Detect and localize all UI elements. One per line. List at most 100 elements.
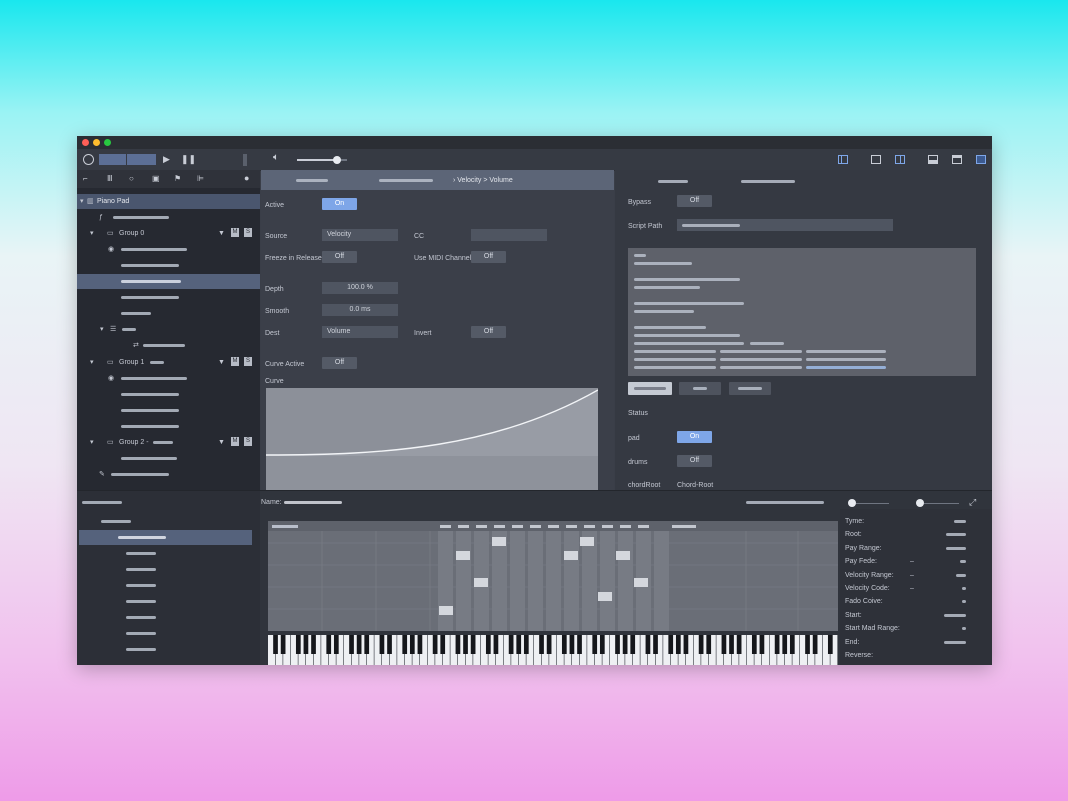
zone-prop-field[interactable] xyxy=(962,627,966,631)
tree-item[interactable] xyxy=(77,290,260,305)
cc-field[interactable] xyxy=(471,229,547,241)
disclosure-icon[interactable]: ▾ xyxy=(80,197,84,206)
tree-item[interactable] xyxy=(77,306,260,321)
velocity-zoom-knob[interactable] xyxy=(916,499,924,507)
script-editor[interactable] xyxy=(628,248,976,376)
single-pane-icon[interactable] xyxy=(871,155,881,164)
filter-icon[interactable]: ▼ xyxy=(218,438,225,447)
depth-field[interactable]: 100.0 % xyxy=(322,282,398,294)
eye-icon[interactable]: ◉ xyxy=(108,245,114,254)
zone-list-item[interactable] xyxy=(126,600,156,603)
tree-group-0[interactable]: ▾ ▭ Group 0 ▼ M S xyxy=(77,226,260,241)
tree-root[interactable]: ▾ ▥ Piano Pad xyxy=(77,194,260,209)
zone-prop-field[interactable] xyxy=(946,546,966,550)
bottom-panel-icon[interactable] xyxy=(928,155,938,164)
tree-item[interactable]: ◉ xyxy=(77,371,260,386)
tree-group-2[interactable]: ▾ ▭ Group 2 - ▼ M S xyxy=(77,435,260,450)
expand-icon[interactable]: ⤢ xyxy=(969,497,976,507)
top-panel-icon[interactable] xyxy=(952,155,962,164)
name-value[interactable] xyxy=(284,501,342,504)
speaker-icon[interactable]: 🔈︎ xyxy=(273,153,279,163)
zone-list-item[interactable] xyxy=(126,568,156,571)
filter-icon[interactable]: ▼ xyxy=(218,229,225,238)
drums-toggle[interactable]: Off xyxy=(677,455,712,467)
disclosure-icon[interactable]: ▾ xyxy=(90,229,94,238)
tree-group-1[interactable]: ▾ ▭ Group 1 ▼ M S xyxy=(77,355,260,370)
zone-prop-value[interactable]: – xyxy=(910,557,914,566)
filter-icon[interactable]: ▼ xyxy=(218,358,225,367)
transport-field-2[interactable] xyxy=(127,154,156,165)
freeze-in-release-toggle[interactable]: Off xyxy=(322,251,357,263)
tree-item[interactable]: ▾ ☰ xyxy=(77,322,260,337)
mute-button[interactable]: M xyxy=(231,357,239,366)
volume-slider-knob[interactable] xyxy=(333,156,341,164)
zone-prop-field[interactable] xyxy=(962,587,966,590)
zoom-slider-knob[interactable] xyxy=(848,499,856,507)
script-path-field[interactable] xyxy=(677,219,893,231)
curve-active-toggle[interactable]: Off xyxy=(322,357,357,369)
sidebar-left-icon[interactable] xyxy=(838,155,848,164)
source-select[interactable]: Velocity xyxy=(322,229,398,241)
zone-list-item-selected[interactable] xyxy=(79,530,252,545)
square-icon[interactable]: ▣ xyxy=(152,174,160,184)
use-midi-channel-toggle[interactable]: Off xyxy=(471,251,506,263)
script-tab[interactable] xyxy=(741,180,795,183)
zone-prop-field[interactable] xyxy=(944,613,966,617)
minimize-window-button[interactable] xyxy=(93,139,100,146)
velocity-zoom-slider[interactable] xyxy=(924,503,959,504)
tree-item[interactable]: ◉ xyxy=(77,242,260,257)
mute-button[interactable]: M xyxy=(231,228,239,237)
zone-list-item[interactable] xyxy=(126,616,156,619)
solo-button[interactable]: S xyxy=(244,228,252,237)
chordroot-value[interactable]: Chord-Root xyxy=(677,481,713,490)
bypass-toggle[interactable]: Off xyxy=(677,195,712,207)
script-action-button[interactable] xyxy=(628,382,672,395)
tree-item[interactable] xyxy=(77,451,260,466)
library-icon[interactable]: Ⅲ xyxy=(107,174,113,184)
circle-icon[interactable]: ○ xyxy=(129,174,134,184)
close-window-button[interactable] xyxy=(82,139,89,146)
script-action-button[interactable] xyxy=(729,382,771,395)
tree-item[interactable]: ✎ xyxy=(77,467,260,482)
tree-item[interactable]: ⇄ xyxy=(77,338,260,353)
folder-icon[interactable]: ⌐ xyxy=(83,174,88,184)
header-tab[interactable] xyxy=(296,179,328,182)
dest-select[interactable]: Volume xyxy=(322,326,398,338)
zone-list-item[interactable] xyxy=(126,584,156,587)
zone-prop-field[interactable] xyxy=(946,533,966,537)
more-icon[interactable]: ● xyxy=(244,173,249,183)
invert-toggle[interactable]: Off xyxy=(471,326,506,338)
script-tab[interactable] xyxy=(658,180,688,183)
zone-prop-value[interactable]: – xyxy=(910,571,914,580)
zone-list-item[interactable] xyxy=(126,648,156,651)
disclosure-icon[interactable]: ▾ xyxy=(90,438,94,447)
piano-keyboard[interactable] xyxy=(268,635,838,665)
zone-prop-field[interactable] xyxy=(960,560,966,564)
zone-prop-field[interactable] xyxy=(954,520,966,523)
disclosure-icon[interactable]: ▾ xyxy=(100,325,104,334)
tree-item[interactable] xyxy=(77,403,260,418)
smooth-field[interactable]: 0.0 ms xyxy=(322,304,398,316)
tree-item-selected[interactable] xyxy=(77,274,260,289)
eye-icon[interactable]: ◉ xyxy=(108,374,114,383)
power-icon[interactable] xyxy=(83,154,94,165)
tree-item[interactable] xyxy=(77,419,260,434)
zone-list-item[interactable] xyxy=(126,552,156,555)
split-pane-icon[interactable] xyxy=(895,155,905,164)
active-toggle[interactable]: On xyxy=(322,198,357,210)
zone-list-item[interactable] xyxy=(126,632,156,635)
grid-panel-icon[interactable] xyxy=(976,155,986,164)
zoom-slider[interactable] xyxy=(856,503,889,504)
mapping-grid[interactable] xyxy=(268,521,838,631)
play-icon[interactable]: ▶ xyxy=(163,154,170,164)
pad-toggle[interactable]: On xyxy=(677,431,712,443)
script-action-button[interactable] xyxy=(679,382,721,395)
header-tab[interactable] xyxy=(379,179,433,182)
tree-item[interactable] xyxy=(77,387,260,402)
solo-button[interactable]: S xyxy=(244,437,252,446)
solo-button[interactable]: S xyxy=(244,357,252,366)
align-icon[interactable]: ⊫ xyxy=(197,174,204,184)
flag-icon[interactable]: ⚑ xyxy=(174,174,181,184)
mute-button[interactable]: M xyxy=(231,437,239,446)
zone-prop-field[interactable] xyxy=(944,640,966,644)
